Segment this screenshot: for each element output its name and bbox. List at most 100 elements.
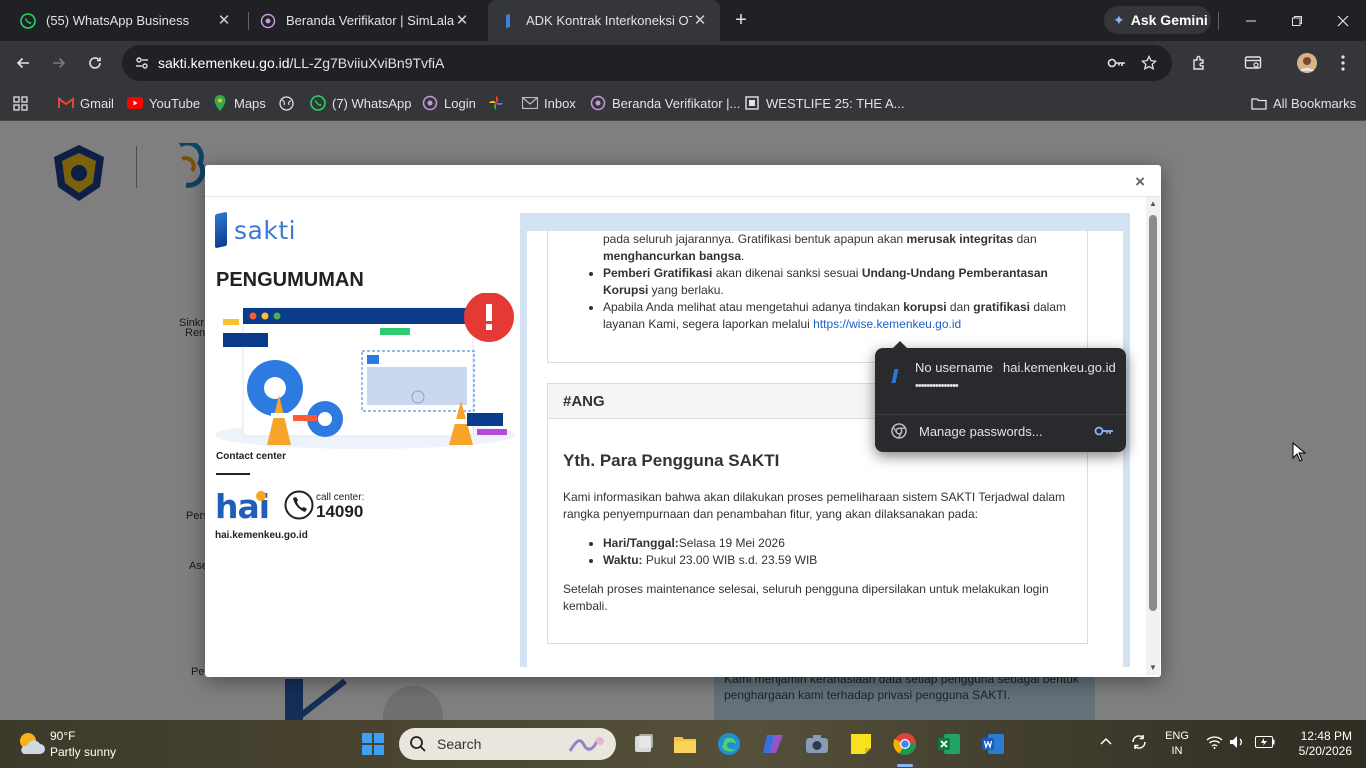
password-key-icon[interactable] (1107, 53, 1127, 73)
menu-kebab-icon[interactable] (1331, 51, 1355, 75)
tab-sakti-active[interactable]: ADK Kontrak Interkoneksi OTP I ✕ (488, 0, 720, 41)
card-intro: Kami informasikan bahwa akan dilakukan p… (563, 490, 1066, 521)
bookmark-label: Maps (234, 95, 266, 111)
announcement-heading: PENGUMUMAN (216, 269, 364, 291)
bookmark-star-icon[interactable] (1139, 53, 1159, 73)
file-explorer-icon[interactable] (669, 728, 701, 760)
search-label: Search (437, 736, 482, 752)
battery-charging-icon[interactable] (1255, 736, 1275, 751)
schedule-list: Hari/Tanggal:Selasa 19 Mei 2026 Waktu: P… (603, 535, 1073, 569)
bookmark-gmail[interactable]: Gmail (58, 92, 114, 114)
windows-taskbar: 90°F Partly sunny Search ENG IN 12:48 PM… (0, 720, 1366, 768)
active-app-indicator (897, 764, 913, 767)
ask-gemini-button[interactable]: ✦ Ask Gemini (1104, 6, 1211, 34)
url-path: /LL-Zg7BviiuXviBn9TvfiA (289, 55, 445, 71)
bookmark-globe[interactable] (278, 92, 300, 114)
simlala-icon (590, 95, 606, 111)
volume-icon[interactable] (1229, 735, 1245, 752)
scroll-up-arrow-icon[interactable]: ▲ (1148, 199, 1158, 209)
bookmark-westlife[interactable]: WESTLIFE 25: THE A... (744, 92, 904, 114)
scroll-down-arrow-icon[interactable]: ▼ (1148, 663, 1158, 673)
forward-button[interactable] (45, 49, 73, 77)
sticky-notes-icon[interactable] (845, 728, 877, 760)
contact-center-label: Contact center (216, 451, 287, 462)
back-button[interactable] (9, 49, 37, 77)
sync-icon[interactable] (1130, 733, 1148, 754)
camera-icon[interactable] (801, 728, 833, 760)
bookmark-login[interactable]: Login (422, 92, 476, 114)
weather-condition: Partly sunny (50, 745, 117, 759)
whatsapp-icon (20, 12, 36, 29)
weather-widget[interactable]: 90°F Partly sunny (16, 726, 136, 762)
bookmark-maps[interactable]: Maps (212, 92, 266, 114)
bookmarks-bar: Gmail YouTube Maps (7) WhatsApp Login In… (0, 85, 1366, 121)
show-hidden-icons-chevron-icon[interactable] (1100, 734, 1112, 748)
apps-grid-button[interactable] (12, 92, 34, 114)
tab-whatsapp-business[interactable]: (55) WhatsApp Business ✕ (8, 0, 244, 41)
site-info-icon[interactable] (130, 51, 154, 75)
modal-close-button[interactable]: × (1135, 172, 1145, 192)
bookmark-inbox[interactable]: Inbox (522, 92, 576, 114)
hai-domain: hai.kemenkeu.go.id (215, 530, 308, 541)
modal-scrollbar[interactable]: ▲ ▼ (1146, 197, 1160, 675)
search-highlight-icon (568, 737, 604, 752)
chrome-taskbar-icon[interactable] (889, 728, 921, 760)
time-label: Waktu: (603, 553, 643, 567)
reload-button[interactable] (81, 49, 109, 77)
bookmark-whatsapp[interactable]: (7) WhatsApp (310, 92, 411, 114)
gmail-icon (58, 95, 74, 111)
sakti-logo-text: sakti (234, 215, 297, 245)
list-item: Waktu: Pukul 23.00 WIB s.d. 23.59 WIB (603, 552, 1073, 569)
list-item: Apabila Anda melihat atau mengetahui ada… (603, 299, 1068, 333)
modal-header: × (205, 165, 1161, 197)
sakti-logo-mark (215, 211, 227, 249)
search-icon (410, 736, 426, 752)
tab-title: ADK Kontrak Interkoneksi OTP I (526, 13, 692, 28)
address-bar[interactable]: sakti.kemenkeu.go.id/LL-Zg7BviiuXviBn9Tv… (122, 45, 1172, 81)
extensions-icon[interactable] (1188, 51, 1212, 75)
bookmark-photos[interactable] (488, 92, 510, 114)
text: yang berlaku. (648, 283, 724, 297)
all-bookmarks-label: All Bookmarks (1273, 95, 1357, 111)
close-tab-icon[interactable]: ✕ (454, 12, 470, 29)
saved-credential-row[interactable]: No username hai.kemenkeu.go.id •••••••••… (875, 348, 1126, 408)
tab-title: Beranda Verifikator | SimLala (286, 13, 454, 28)
close-tab-icon[interactable]: ✕ (216, 12, 232, 29)
restore-button[interactable] (1274, 0, 1320, 41)
all-bookmarks-button[interactable]: All Bookmarks (1251, 92, 1356, 114)
call-center-number: 14090 (316, 502, 364, 521)
time-value: Pukul 23.00 WIB s.d. 23.59 WIB (642, 553, 818, 567)
profile-avatar[interactable] (1295, 51, 1319, 75)
minimize-button[interactable] (1228, 0, 1274, 41)
manage-passwords-button[interactable]: Manage passwords... (919, 424, 1043, 439)
copilot-icon[interactable] (757, 728, 789, 760)
tab-simlala[interactable]: Beranda Verifikator | SimLala ✕ (248, 0, 482, 41)
whatsapp-icon (310, 95, 326, 111)
input-language[interactable]: ENG IN (1164, 729, 1190, 759)
taskbar-search[interactable]: Search (399, 728, 616, 760)
text: akan dikenai sanksi sesuai (712, 266, 862, 280)
weather-temperature: 90°F (50, 729, 76, 743)
partly-sunny-icon (20, 733, 45, 754)
folder-icon (1251, 95, 1267, 111)
bookmark-label: Beranda Verifikator |... (612, 95, 741, 111)
wifi-icon[interactable] (1206, 735, 1223, 752)
scrollbar-thumb[interactable] (1149, 215, 1157, 611)
text: dan (946, 300, 974, 314)
mouse-cursor-icon (1292, 442, 1306, 462)
globe-icon (278, 95, 294, 111)
edge-icon[interactable] (713, 728, 745, 760)
wise-link[interactable]: https://wise.kemenkeu.go.id (813, 317, 961, 331)
taskbar-clock[interactable]: 12:48 PM 5/20/2026 (1290, 729, 1352, 759)
close-tab-icon[interactable]: ✕ (692, 12, 708, 29)
task-view-icon[interactable] (628, 728, 660, 760)
bookmark-simlala[interactable]: Beranda Verifikator |... (590, 92, 740, 114)
bookmark-youtube[interactable]: YouTube (127, 92, 200, 114)
bookmark-label: Login (444, 95, 476, 111)
new-tab-button[interactable]: + (730, 9, 752, 31)
start-button[interactable] (357, 728, 389, 760)
excel-icon[interactable] (933, 728, 965, 760)
word-icon[interactable] (977, 728, 1009, 760)
close-window-button[interactable] (1320, 0, 1366, 41)
tab-search-icon[interactable] (1241, 51, 1265, 75)
